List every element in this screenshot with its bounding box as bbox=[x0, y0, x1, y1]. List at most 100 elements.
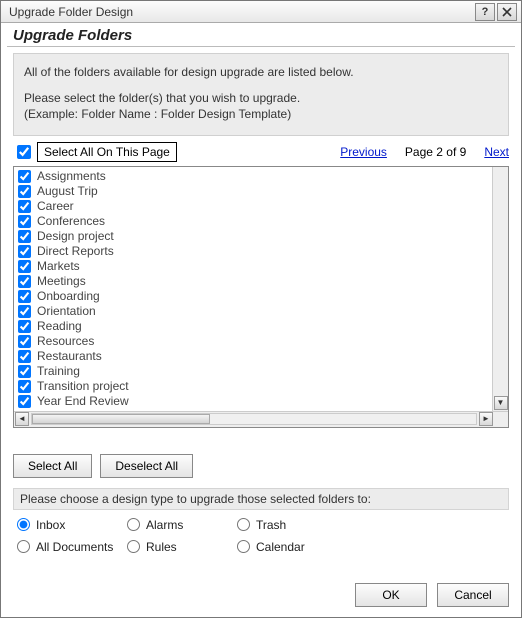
design-option[interactable]: Alarms bbox=[127, 518, 237, 532]
folder-row[interactable]: Design project bbox=[18, 229, 488, 244]
folder-label: August Trip bbox=[37, 184, 98, 198]
design-option[interactable]: Calendar bbox=[237, 540, 357, 554]
deselect-all-button[interactable]: Deselect All bbox=[100, 454, 193, 478]
folder-row[interactable]: Resources bbox=[18, 334, 488, 349]
folder-checkbox[interactable] bbox=[18, 200, 31, 213]
design-label: Calendar bbox=[256, 540, 305, 554]
close-icon bbox=[502, 7, 512, 17]
scroll-track[interactable] bbox=[31, 413, 477, 425]
info-panel: All of the folders available for design … bbox=[13, 53, 509, 136]
folder-label: Training bbox=[37, 364, 80, 378]
folder-checkbox[interactable] bbox=[18, 305, 31, 318]
folder-label: Design project bbox=[37, 229, 114, 243]
design-radio-group: Inbox Alarms Trash All Documents Rules Calend… bbox=[17, 518, 505, 554]
scroll-right-icon[interactable]: ► bbox=[479, 412, 493, 426]
dialog-footer: OK Cancel bbox=[355, 583, 509, 607]
folder-row[interactable]: Year End Review bbox=[18, 394, 488, 409]
folder-checkbox[interactable] bbox=[18, 245, 31, 258]
folder-row[interactable]: Orientation bbox=[18, 304, 488, 319]
scroll-corner bbox=[494, 412, 508, 426]
folder-label: Markets bbox=[37, 259, 80, 273]
select-all-row: Select All On This Page Previous Page 2 … bbox=[13, 142, 509, 162]
folder-row[interactable]: Transition project bbox=[18, 379, 488, 394]
folder-row[interactable]: Conferences bbox=[18, 214, 488, 229]
folder-row[interactable]: August Trip bbox=[18, 184, 488, 199]
pager: Previous Page 2 of 9 Next bbox=[340, 145, 509, 159]
folder-checkbox[interactable] bbox=[18, 275, 31, 288]
info-text-1: All of the folders available for design … bbox=[24, 64, 498, 80]
folder-checkbox[interactable] bbox=[18, 260, 31, 273]
folder-label: Assignments bbox=[37, 169, 106, 183]
folder-checkbox[interactable] bbox=[18, 230, 31, 243]
design-option[interactable]: Trash bbox=[237, 518, 357, 532]
folder-label: Reading bbox=[37, 319, 82, 333]
folder-row[interactable]: Restaurants bbox=[18, 349, 488, 364]
design-radio[interactable] bbox=[17, 518, 30, 531]
design-option[interactable]: Inbox bbox=[17, 518, 127, 532]
scroll-thumb[interactable] bbox=[32, 414, 210, 424]
folder-row[interactable]: Training bbox=[18, 364, 488, 379]
folder-checkbox[interactable] bbox=[18, 170, 31, 183]
select-all-page-checkbox[interactable] bbox=[17, 145, 31, 159]
select-all-page-label: Select All On This Page bbox=[37, 142, 177, 162]
design-option[interactable]: All Documents bbox=[17, 540, 127, 554]
folder-row[interactable]: Career bbox=[18, 199, 488, 214]
prev-page-link[interactable]: Previous bbox=[340, 145, 387, 159]
folder-label: Meetings bbox=[37, 274, 86, 288]
folder-row[interactable]: Onboarding bbox=[18, 289, 488, 304]
folder-label: Year End Review bbox=[37, 394, 129, 408]
design-radio[interactable] bbox=[237, 518, 250, 531]
folder-label: Onboarding bbox=[37, 289, 100, 303]
folder-label: Orientation bbox=[37, 304, 96, 318]
folder-row[interactable]: Meetings bbox=[18, 274, 488, 289]
folder-row[interactable]: Direct Reports bbox=[18, 244, 488, 259]
design-label: Inbox bbox=[36, 518, 65, 532]
titlebar-buttons: ? bbox=[475, 3, 517, 21]
scroll-left-icon[interactable]: ◄ bbox=[15, 412, 29, 426]
folder-label: Restaurants bbox=[37, 349, 102, 363]
folder-label: Resources bbox=[37, 334, 94, 348]
ok-button[interactable]: OK bbox=[355, 583, 427, 607]
design-label: All Documents bbox=[36, 540, 113, 554]
vertical-scrollbar[interactable]: ▼ bbox=[492, 167, 508, 411]
close-button[interactable] bbox=[497, 3, 517, 21]
folder-checkbox[interactable] bbox=[18, 185, 31, 198]
cancel-button[interactable]: Cancel bbox=[437, 583, 509, 607]
folder-checkbox[interactable] bbox=[18, 350, 31, 363]
horizontal-scrollbar[interactable]: ◄ ► bbox=[14, 411, 508, 427]
folder-checkbox[interactable] bbox=[18, 380, 31, 393]
design-label: Trash bbox=[256, 518, 286, 532]
folder-checkbox[interactable] bbox=[18, 335, 31, 348]
next-page-link[interactable]: Next bbox=[484, 145, 509, 159]
folder-row[interactable]: Reading bbox=[18, 319, 488, 334]
folder-label: Transition project bbox=[37, 379, 129, 393]
folder-row[interactable]: Markets bbox=[18, 259, 488, 274]
design-radio[interactable] bbox=[127, 518, 140, 531]
folder-checkbox[interactable] bbox=[18, 215, 31, 228]
divider bbox=[7, 46, 515, 47]
folder-list-items: AssignmentsAugust TripCareerConferencesD… bbox=[14, 167, 492, 411]
design-section: Please choose a design type to upgrade t… bbox=[13, 488, 509, 554]
select-all-button[interactable]: Select All bbox=[13, 454, 92, 478]
design-option[interactable]: Rules bbox=[127, 540, 237, 554]
folder-label: Career bbox=[37, 199, 74, 213]
page-status: Page 2 of 9 bbox=[405, 145, 466, 159]
help-button[interactable]: ? bbox=[475, 3, 495, 21]
design-prompt: Please choose a design type to upgrade t… bbox=[13, 488, 509, 510]
design-radio[interactable] bbox=[237, 540, 250, 553]
window-title: Upgrade Folder Design bbox=[9, 5, 475, 19]
folder-checkbox[interactable] bbox=[18, 365, 31, 378]
scroll-down-icon[interactable]: ▼ bbox=[494, 396, 508, 410]
folder-checkbox[interactable] bbox=[18, 290, 31, 303]
folder-checkbox[interactable] bbox=[18, 320, 31, 333]
folder-row[interactable]: Assignments bbox=[18, 169, 488, 184]
section-heading: Upgrade Folders bbox=[1, 23, 521, 46]
folder-label: Conferences bbox=[37, 214, 105, 228]
info-text-2: Please select the folder(s) that you wis… bbox=[24, 90, 498, 106]
dialog-window: Upgrade Folder Design ? Upgrade Folders … bbox=[0, 0, 522, 618]
design-label: Rules bbox=[146, 540, 177, 554]
design-radio[interactable] bbox=[127, 540, 140, 553]
design-radio[interactable] bbox=[17, 540, 30, 553]
folder-checkbox[interactable] bbox=[18, 395, 31, 408]
folder-label: Direct Reports bbox=[37, 244, 114, 258]
